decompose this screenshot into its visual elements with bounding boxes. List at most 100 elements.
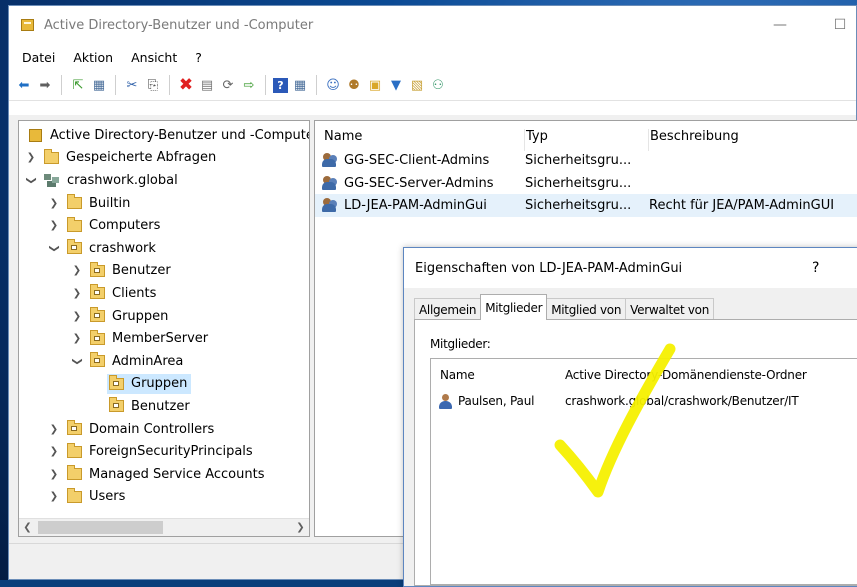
tree-item-saved-queries[interactable]: ❯ Gespeicherte Abfragen xyxy=(19,147,309,170)
new-group-icon[interactable]: ⚉ xyxy=(345,76,363,94)
members-label: Mitglieder: xyxy=(430,337,491,351)
copy-icon[interactable]: ⎘ xyxy=(144,76,162,94)
menu-ansicht[interactable]: Ansicht xyxy=(122,50,186,65)
chevron-right-icon[interactable]: ❯ xyxy=(70,288,84,299)
maximize-button[interactable]: ☐ xyxy=(817,6,857,44)
new-ou-icon[interactable]: ▣ xyxy=(366,76,384,94)
tree-item-builtin[interactable]: ❯ Builtin xyxy=(19,192,309,215)
tree-item-benutzer[interactable]: ❯ Benutzer xyxy=(19,260,309,283)
tree-item-managed-service-accounts[interactable]: ❯ Managed Service Accounts xyxy=(19,463,309,486)
aduc-root-icon xyxy=(29,128,42,142)
chevron-right-icon[interactable]: ❯ xyxy=(70,333,84,344)
chevron-right-icon[interactable]: ❯ xyxy=(47,491,61,502)
show-tree-icon[interactable]: ▦ xyxy=(90,76,108,94)
list-item-description: Recht für JEA/PAM-AdminGUI xyxy=(649,198,835,214)
menu-datei[interactable]: Datei xyxy=(13,50,64,65)
folder-icon xyxy=(67,487,82,503)
folder-icon xyxy=(67,442,82,458)
tree-selection-highlight: Gruppen xyxy=(107,373,192,394)
tree-item-root[interactable]: Active Directory-Benutzer und -Computer … xyxy=(19,124,309,147)
toolbar-separator xyxy=(169,75,170,95)
column-header-name[interactable]: Name xyxy=(440,368,475,382)
tree-item-users[interactable]: ❯ Users xyxy=(19,486,309,509)
user-icon xyxy=(439,394,452,410)
chevron-right-icon[interactable]: ❯ xyxy=(47,446,61,457)
filter-icon[interactable]: ▼ xyxy=(387,76,405,94)
chevron-right-icon[interactable]: ❯ xyxy=(70,265,84,276)
chevron-right-icon[interactable]: ❯ xyxy=(47,469,61,480)
chevron-down-icon[interactable]: ❯ xyxy=(72,354,83,368)
tree-horizontal-scrollbar[interactable]: ❮ ❯ xyxy=(19,518,309,536)
delete-icon[interactable]: ✖ xyxy=(177,76,195,94)
column-header-folder[interactable]: Active Directory-Domänendienste-Ordner xyxy=(565,368,807,382)
list-item-selected[interactable]: LD-JEA-PAM-AdminGui Sicherheitsgru... Re… xyxy=(315,194,857,217)
back-arrow-icon[interactable]: ⬅ xyxy=(15,76,33,94)
chevron-right-icon[interactable]: ❯ xyxy=(47,198,61,209)
new-user-icon[interactable]: ☺ xyxy=(324,76,342,94)
up-folder-icon[interactable]: ⇱ xyxy=(69,76,87,94)
scroll-left-icon[interactable]: ❮ xyxy=(19,519,36,536)
chevron-right-icon[interactable]: ❯ xyxy=(24,152,38,163)
tree-item-crashwork[interactable]: ❯ crashwork xyxy=(19,237,309,260)
ou-folder-icon xyxy=(109,397,124,413)
forward-arrow-icon[interactable]: ➡ xyxy=(36,76,54,94)
tree-item-label: Gruppen xyxy=(112,308,169,324)
ou-folder-icon xyxy=(67,239,82,255)
column-header-beschreibung[interactable]: Beschreibung xyxy=(648,129,739,151)
refresh-icon[interactable]: ⟳ xyxy=(219,76,237,94)
tree-item-label: Users xyxy=(89,489,126,505)
tree-item-domain-controllers[interactable]: ❯ Domain Controllers xyxy=(19,418,309,441)
ou-folder-icon xyxy=(90,352,105,368)
dialog-title-bar[interactable]: Eigenschaften von LD-JEA-PAM-AdminGui ? xyxy=(404,248,857,288)
scrollbar-thumb[interactable] xyxy=(38,521,163,534)
domain-icon xyxy=(44,173,60,187)
list-item[interactable]: GG-SEC-Server-Admins Sicherheitsgru... xyxy=(315,172,857,195)
tree-item-admin-benutzer[interactable]: Benutzer xyxy=(19,395,309,418)
dialog-help-button[interactable]: ? xyxy=(812,260,819,276)
tree-item-clients[interactable]: ❯ Clients xyxy=(19,282,309,305)
scroll-right-icon[interactable]: ❯ xyxy=(292,519,309,536)
chevron-down-icon[interactable]: ❯ xyxy=(49,241,60,255)
properties-icon[interactable]: ▤ xyxy=(198,76,216,94)
list-item-type: Sicherheitsgru... xyxy=(525,175,632,191)
tree-item-label: crashwork.global xyxy=(67,172,178,188)
tree-item-memberserver[interactable]: ❯ MemberServer xyxy=(19,327,309,350)
toolbar-separator xyxy=(115,75,116,95)
tree-item-gruppen[interactable]: ❯ Gruppen xyxy=(19,305,309,328)
properties-dialog: Eigenschaften von LD-JEA-PAM-AdminGui ? … xyxy=(403,247,857,587)
tree-item-foreign-security-principals[interactable]: ❯ ForeignSecurityPrincipals xyxy=(19,440,309,463)
tree-item-admin-gruppen[interactable]: Gruppen xyxy=(19,373,309,396)
folder-icon xyxy=(67,465,82,481)
tree-item-adminarea[interactable]: ❯ AdminArea xyxy=(19,350,309,373)
menu-aktion[interactable]: Aktion xyxy=(64,50,122,65)
find-icon[interactable]: ▧ xyxy=(408,76,426,94)
tab-verwaltet-von[interactable]: Verwaltet von xyxy=(625,298,715,320)
list-item-name: GG-SEC-Client-Admins xyxy=(344,153,490,168)
chevron-down-icon[interactable]: ❯ xyxy=(26,173,37,187)
tree-item-label: Managed Service Accounts xyxy=(89,466,265,482)
menu-help[interactable]: ? xyxy=(186,50,211,65)
tab-allgemein[interactable]: Allgemein xyxy=(414,298,482,320)
aduc-app-icon xyxy=(21,19,34,31)
chevron-right-icon[interactable]: ❯ xyxy=(47,424,61,435)
console-icon[interactable]: ▦ xyxy=(291,76,309,94)
tree-item-computers[interactable]: ❯ Computers xyxy=(19,214,309,237)
tab-mitglied-von[interactable]: Mitglied von xyxy=(546,298,627,320)
tab-mitglieder[interactable]: Mitglieder xyxy=(480,294,548,320)
export-list-icon[interactable]: ⇨ xyxy=(240,76,258,94)
column-header-name[interactable]: Name xyxy=(324,129,362,144)
members-list[interactable]: Name Active Directory-Domänendienste-Ord… xyxy=(430,358,857,585)
chevron-right-icon[interactable]: ❯ xyxy=(47,220,61,231)
list-item[interactable]: GG-SEC-Client-Admins Sicherheitsgru... xyxy=(315,149,857,172)
tree-item-label: Gruppen xyxy=(131,376,188,392)
chevron-right-icon[interactable]: ❯ xyxy=(70,311,84,322)
add-to-group-icon[interactable]: ⚇ xyxy=(429,76,447,94)
title-bar[interactable]: Active Directory-Benutzer und -Computer … xyxy=(9,6,856,44)
tree-item-domain[interactable]: ❯ crashwork.global xyxy=(19,169,309,192)
minimize-button[interactable]: — xyxy=(757,6,803,44)
navigation-tree[interactable]: Active Directory-Benutzer und -Computer … xyxy=(18,120,310,537)
cut-icon[interactable]: ✂ xyxy=(123,76,141,94)
column-header-typ[interactable]: Typ xyxy=(524,129,548,151)
tab-panel-mitglieder: Mitglieder: Name Active Directory-Domäne… xyxy=(414,319,857,586)
help-icon[interactable]: ? xyxy=(273,77,288,93)
